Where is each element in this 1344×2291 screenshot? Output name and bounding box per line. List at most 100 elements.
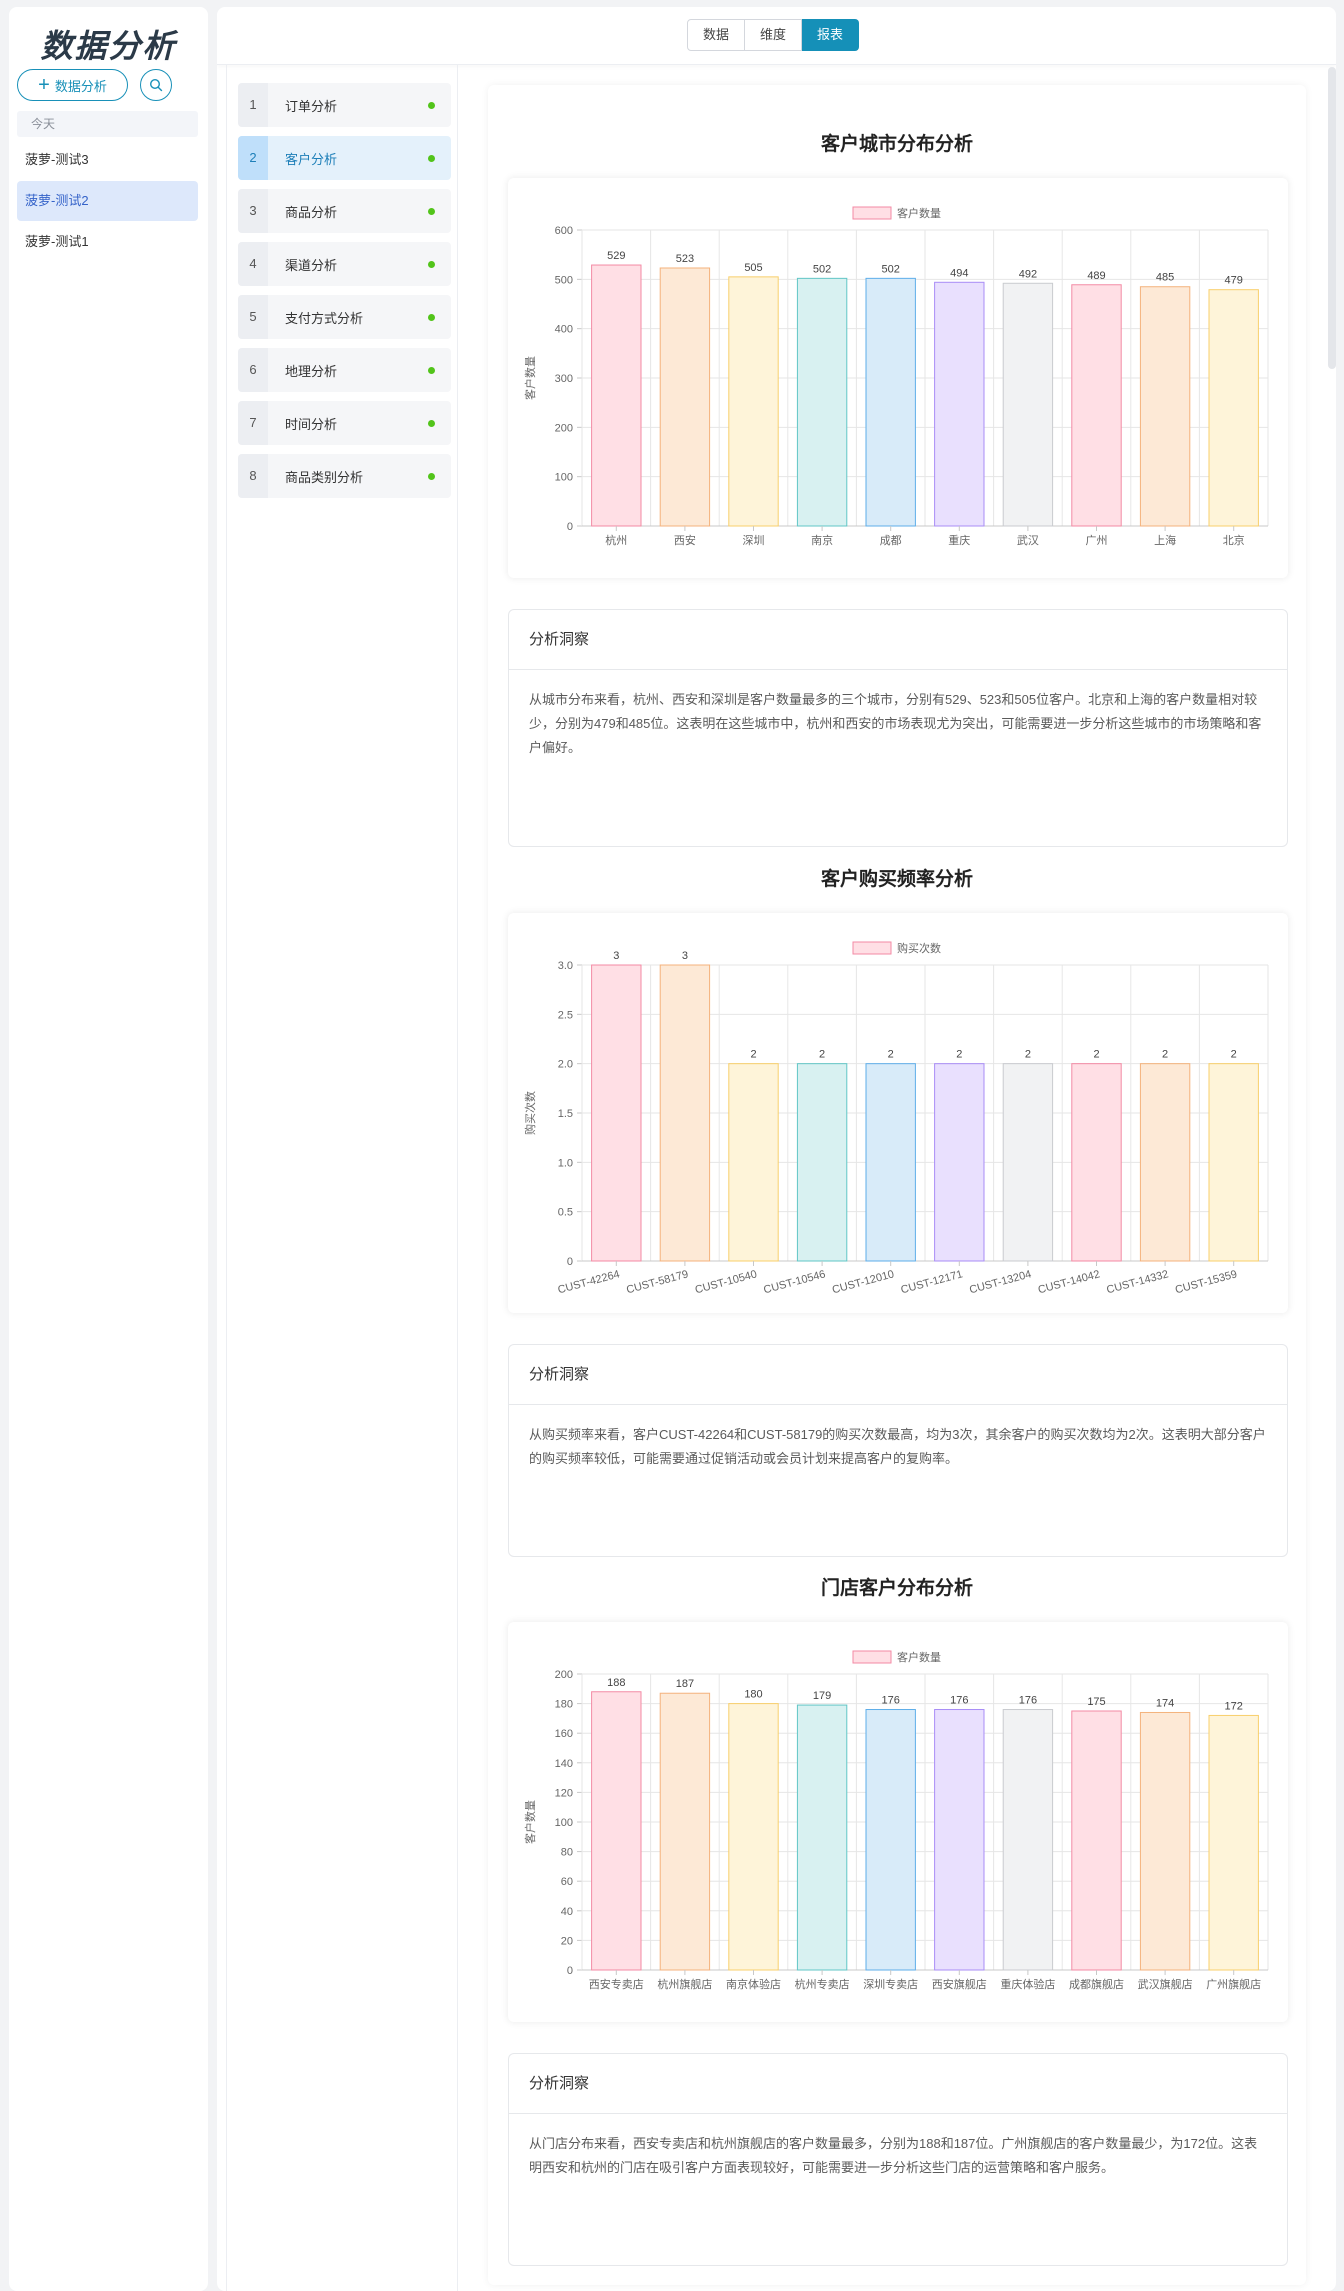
analysis-item-channels[interactable]: 4 渠道分析 — [238, 242, 451, 286]
data-label: 2 — [956, 1049, 962, 1061]
bar — [728, 1703, 779, 1971]
x-tick-label: 成都 — [880, 534, 902, 547]
x-tick-label: 广州旗舰店 — [1206, 1977, 1261, 1991]
legend-swatch — [852, 1650, 892, 1664]
new-analysis-label: 数据分析 — [54, 78, 107, 94]
x-tick-label: 深圳专卖店 — [863, 1977, 918, 1991]
analysis-item-payment[interactable]: 5 支付方式分析 — [238, 295, 451, 339]
status-dot — [428, 419, 435, 427]
data-label: 176 — [950, 1695, 968, 1707]
tab-data[interactable]: 数据 — [687, 19, 746, 51]
analysis-item-orders[interactable]: 1 订单分析 — [238, 83, 451, 127]
y-tick-label: 60 — [561, 1876, 573, 1888]
chart-card: 购买次数 0 0.5 1.0 1.5 2.0 2.5 3.0 购买次数 3 CUST-42264 3 C… — [508, 913, 1288, 1313]
analysis-item-time[interactable]: 7 时间分析 — [238, 401, 451, 445]
x-tick-label: 广州 — [1086, 534, 1108, 547]
data-label: 502 — [882, 263, 900, 275]
analysis-number: 1 — [238, 83, 268, 127]
search-button[interactable] — [140, 69, 172, 101]
legend-label: 客户数量 — [897, 1650, 941, 1664]
analysis-label: 商品分析 — [285, 204, 338, 220]
bar — [865, 1063, 916, 1262]
analysis-list: 1 订单分析 2 客户分析 3 商品分析 4 渠道分析 5 支付方式分析 6 地理分析 7 时… — [226, 65, 458, 2291]
sidebar: 数据分析 + 数据分析 今天 菠萝-测试3 菠萝-测试2 菠萝-测试1 — [9, 7, 208, 2291]
plus-icon: + — [38, 74, 50, 96]
status-dot — [428, 472, 435, 480]
data-label: 179 — [813, 1690, 831, 1702]
legend-swatch — [852, 941, 892, 955]
view-tabs: 数据 维度 报表 — [687, 19, 860, 51]
y-tick-label: 1.0 — [558, 1157, 573, 1169]
data-label: 485 — [1156, 272, 1174, 284]
insight-card: 分析洞察 从门店分布来看，西安专卖店和杭州旗舰店的客户数量最多，分别为188和1… — [508, 2053, 1288, 2266]
purchase-frequency-chart: 购买次数 0 0.5 1.0 1.5 2.0 2.5 3.0 购买次数 3 CUST-42264 3 C… — [523, 941, 1269, 1296]
y-tick-label: 0 — [567, 1965, 573, 1977]
data-label: 523 — [676, 253, 694, 265]
analysis-number: 2 — [238, 136, 268, 180]
x-tick-label: 武汉 — [1017, 534, 1039, 547]
y-tick-label: 0 — [567, 521, 573, 533]
chart-card: 客户数量 0 20 40 60 80 100 120 140 160 180 200 客户数量 188 西安… — [508, 1622, 1288, 2022]
x-tick-label: CUST-14042 — [1037, 1268, 1102, 1296]
y-tick-label: 100 — [555, 472, 573, 484]
x-tick-label: CUST-12171 — [900, 1268, 965, 1296]
x-tick-label: CUST-58179 — [625, 1268, 690, 1296]
data-label: 175 — [1087, 1696, 1105, 1708]
x-tick-label: CUST-42264 — [557, 1268, 622, 1296]
analysis-label: 订单分析 — [285, 98, 338, 114]
bar — [591, 264, 642, 527]
analysis-number: 5 — [238, 295, 268, 339]
analysis-label: 商品类别分析 — [285, 469, 364, 485]
data-label: 176 — [882, 1695, 900, 1707]
analysis-item-geography[interactable]: 6 地理分析 — [238, 348, 451, 392]
status-dot — [428, 366, 435, 374]
data-label: 188 — [607, 1677, 625, 1689]
new-analysis-button[interactable]: + 数据分析 — [17, 69, 128, 101]
data-label: 2 — [888, 1049, 894, 1061]
analysis-number: 4 — [238, 242, 268, 286]
bar — [1071, 1710, 1122, 1971]
data-label: 502 — [813, 263, 831, 275]
tab-dimension[interactable]: 维度 — [745, 19, 803, 51]
session-item[interactable]: 菠萝-测试3 — [17, 140, 198, 180]
x-tick-label: 西安旗舰店 — [932, 1977, 987, 1991]
search-icon — [149, 78, 163, 92]
section-title: 客户购买频率分析 — [820, 869, 973, 890]
y-tick-label: 100 — [555, 1817, 573, 1829]
x-tick-label: 成都旗舰店 — [1069, 1977, 1124, 1991]
bar — [728, 276, 779, 527]
y-tick-label: 160 — [555, 1728, 573, 1740]
data-label: 479 — [1225, 275, 1243, 287]
insight-title: 分析洞察 — [509, 1345, 1287, 1405]
y-tick-label: 120 — [555, 1787, 573, 1799]
y-tick-label: 20 — [561, 1935, 573, 1947]
x-tick-label: CUST-10540 — [694, 1268, 759, 1296]
tab-report[interactable]: 报表 — [802, 19, 860, 51]
analysis-number: 6 — [238, 348, 268, 392]
analysis-label: 地理分析 — [285, 363, 338, 379]
analysis-label: 支付方式分析 — [285, 310, 364, 326]
bar — [796, 1063, 848, 1262]
x-tick-label: 杭州旗舰店 — [657, 1977, 712, 1991]
data-label: 2 — [1093, 1049, 1099, 1061]
section-title: 门店客户分布分析 — [820, 1578, 973, 1599]
data-label: 3 — [682, 950, 688, 962]
bar — [1002, 1063, 1054, 1262]
insight-text: 从城市分布来看，杭州、西安和深圳是客户数量最多的三个城市，分别有529、523和… — [529, 692, 1262, 755]
main-panel: 数据 维度 报表 1 订单分析 2 客户分析 3 商品分析 4 渠道分析 5 支付方式分析… — [217, 7, 1336, 2291]
analysis-item-category[interactable]: 8 商品类别分析 — [238, 454, 451, 498]
x-tick-label: CUST-10546 — [762, 1268, 827, 1296]
bar — [1139, 1063, 1191, 1262]
data-label: 174 — [1156, 1697, 1174, 1709]
y-tick-label: 0.5 — [558, 1207, 573, 1219]
analysis-item-products[interactable]: 3 商品分析 — [238, 189, 451, 233]
session-item[interactable]: 菠萝-测试1 — [17, 222, 198, 262]
analysis-item-customers[interactable]: 2 客户分析 — [238, 136, 451, 180]
bar — [796, 1704, 848, 1971]
session-item-active[interactable]: 菠萝-测试2 — [17, 181, 198, 221]
scrollbar-thumb[interactable] — [1328, 67, 1336, 369]
x-tick-label: CUST-14332 — [1105, 1268, 1170, 1296]
y-axis-label: 客户数量 — [523, 1800, 537, 1844]
x-tick-label: 重庆体验店 — [1000, 1977, 1055, 1991]
data-label: 2 — [819, 1049, 825, 1061]
